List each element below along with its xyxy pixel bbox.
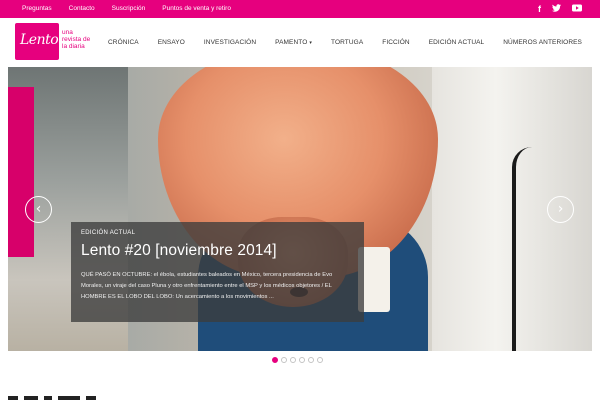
slider-dot[interactable] (281, 357, 287, 363)
prev-slide-button[interactable]: ‹ (25, 196, 52, 223)
hero-slider[interactable]: ‹ › EDICIÓN ACTUAL Lento #20 [noviembre … (8, 67, 592, 351)
nav-edicion-actual[interactable]: EDICIÓN ACTUAL (429, 39, 485, 46)
facebook-icon[interactable]: f (538, 4, 541, 14)
nav-cronica[interactable]: CRÓNICA (108, 39, 139, 46)
site-header: Lento una revista de la diaria CRÓNICA E… (0, 18, 600, 66)
nav-pamento[interactable]: PAMENTO ▾ (275, 39, 312, 46)
link-preguntas[interactable]: Preguntas (22, 0, 52, 18)
below-fold-heading (8, 393, 158, 400)
nav-ficcion[interactable]: FICCIÓN (382, 39, 409, 46)
slider-dot[interactable] (299, 357, 305, 363)
slider-dot[interactable] (272, 357, 278, 363)
social-links: f (538, 0, 582, 18)
hero-image-cable (512, 147, 552, 351)
slide-title[interactable]: Lento #20 [noviembre 2014] (81, 242, 354, 260)
slider-dot[interactable] (308, 357, 314, 363)
top-links: Preguntas Contacto Suscripción Puntos de… (22, 0, 248, 18)
nav-tortuga[interactable]: TORTUGA (331, 39, 363, 46)
slide-caption[interactable]: EDICIÓN ACTUAL Lento #20 [noviembre 2014… (71, 222, 364, 322)
logo[interactable]: Lento (15, 23, 59, 60)
logo-text: Lento (20, 32, 59, 48)
text-fragment (58, 396, 80, 400)
main-nav: CRÓNICA ENSAYO INVESTIGACIÓN PAMENTO ▾ TO… (89, 18, 582, 66)
logo-tagline: una revista de la diaria (62, 29, 91, 50)
chevron-left-icon: ‹ (35, 201, 42, 217)
text-fragment (8, 396, 18, 400)
next-slide-button[interactable]: › (547, 196, 574, 223)
chevron-down-icon: ▾ (309, 39, 313, 46)
text-fragment (24, 396, 38, 400)
link-puntos-de-venta[interactable]: Puntos de venta y retiro (162, 0, 231, 18)
top-bar: Preguntas Contacto Suscripción Puntos de… (0, 0, 600, 18)
slide-description: QUÉ PASÓ EN OCTUBRE: el ébola, estudiant… (81, 272, 333, 300)
nav-numeros-anteriores[interactable]: NÚMEROS ANTERIORES (503, 39, 582, 46)
text-fragment (86, 396, 96, 400)
nav-ensayo[interactable]: ENSAYO (158, 39, 185, 46)
slide-kicker: EDICIÓN ACTUAL (81, 230, 136, 236)
slider-dot[interactable] (317, 357, 323, 363)
link-suscripcion[interactable]: Suscripción (112, 0, 146, 18)
youtube-icon[interactable] (572, 4, 582, 14)
nav-investigacion[interactable]: INVESTIGACIÓN (204, 39, 256, 46)
text-fragment (44, 396, 52, 400)
hero-image-cloth (8, 87, 34, 257)
twitter-icon[interactable] (552, 4, 561, 14)
link-contacto[interactable]: Contacto (69, 0, 95, 18)
slider-pagination (272, 357, 323, 363)
slider-dot[interactable] (290, 357, 296, 363)
chevron-right-icon: › (557, 201, 564, 217)
nav-pamento-label: PAMENTO (275, 38, 308, 46)
